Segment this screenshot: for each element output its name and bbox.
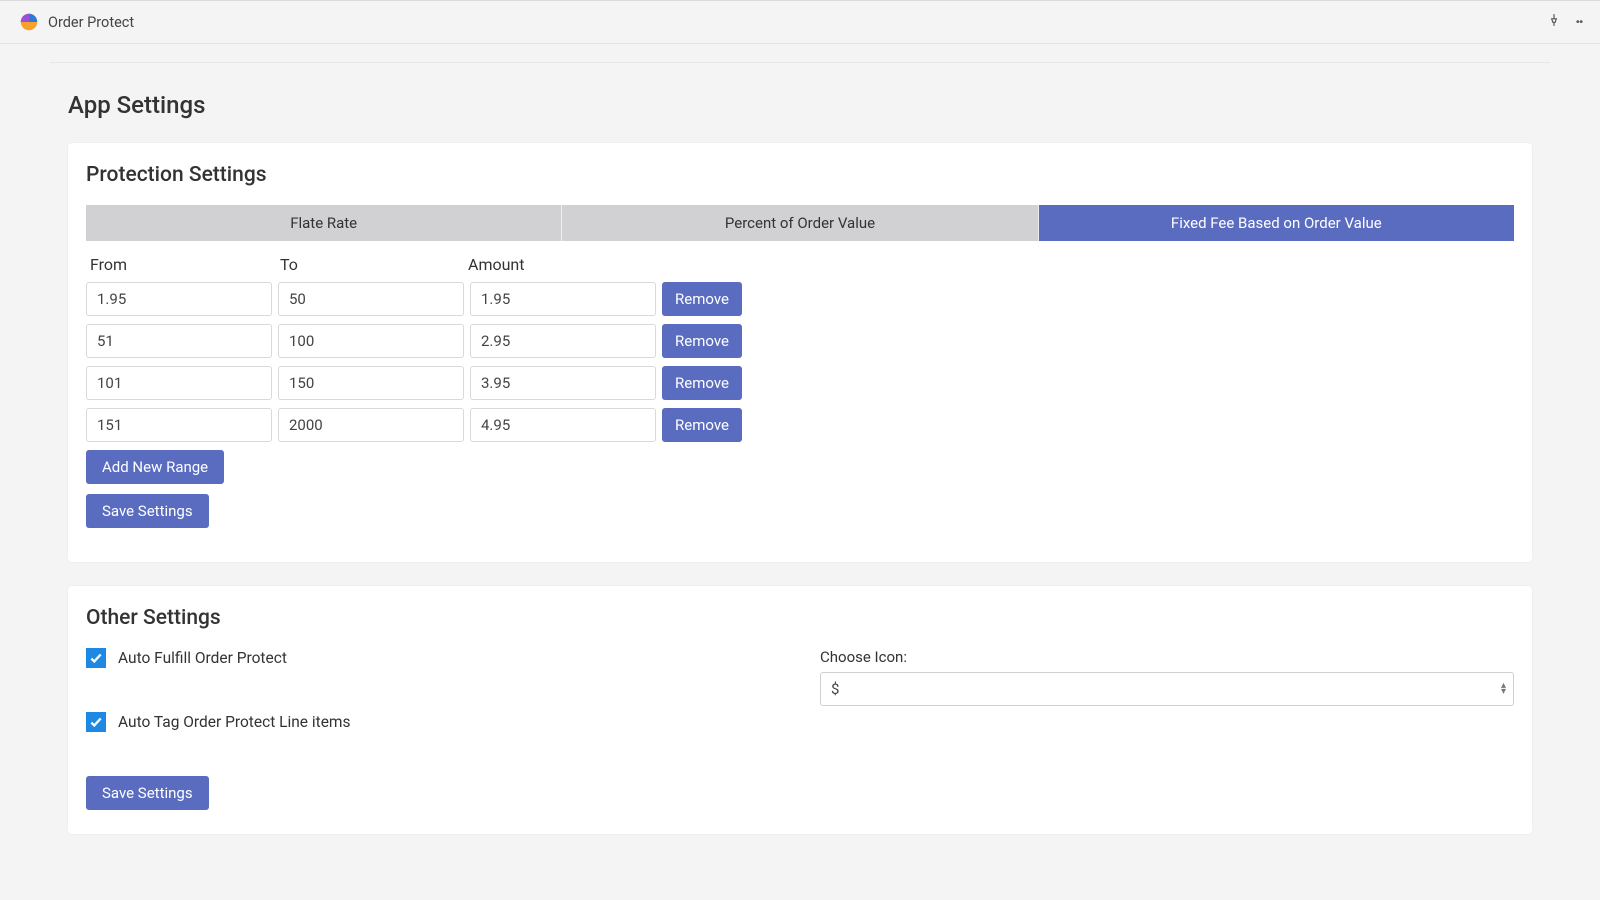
auto-tag-row: Auto Tag Order Protect Line items bbox=[86, 712, 780, 732]
col-header-to: To bbox=[276, 255, 464, 274]
app-title: Order Protect bbox=[48, 14, 134, 31]
auto-tag-label: Auto Tag Order Protect Line items bbox=[118, 713, 351, 731]
to-input[interactable] bbox=[278, 366, 464, 400]
to-input[interactable] bbox=[278, 282, 464, 316]
protection-settings-title: Protection Settings bbox=[86, 163, 1514, 187]
auto-fulfill-label: Auto Fulfill Order Protect bbox=[118, 649, 287, 667]
range-row: Remove bbox=[86, 282, 1514, 316]
add-range-button[interactable]: Add New Range bbox=[86, 450, 224, 484]
amount-input[interactable] bbox=[470, 324, 656, 358]
remove-button[interactable]: Remove bbox=[662, 366, 742, 400]
pin-icon[interactable] bbox=[1547, 13, 1561, 31]
to-input[interactable] bbox=[278, 408, 464, 442]
divider bbox=[50, 62, 1550, 63]
range-table-header: From To Amount bbox=[86, 255, 1514, 282]
more-icon[interactable]: ·· bbox=[1575, 12, 1582, 33]
remove-button[interactable]: Remove bbox=[662, 408, 742, 442]
other-settings-title: Other Settings bbox=[86, 606, 1514, 630]
amount-input[interactable] bbox=[470, 408, 656, 442]
auto-fulfill-checkbox[interactable] bbox=[86, 648, 106, 668]
from-input[interactable] bbox=[86, 408, 272, 442]
pricing-tabs: Flate Rate Percent of Order Value Fixed … bbox=[86, 205, 1514, 241]
tab-flat-rate[interactable]: Flate Rate bbox=[86, 205, 562, 241]
amount-input[interactable] bbox=[470, 366, 656, 400]
protection-settings-card: Protection Settings Flate Rate Percent o… bbox=[68, 143, 1532, 562]
col-header-from: From bbox=[86, 255, 276, 274]
tab-fixed-fee[interactable]: Fixed Fee Based on Order Value bbox=[1039, 205, 1514, 241]
save-settings-button[interactable]: Save Settings bbox=[86, 494, 209, 528]
range-row: Remove bbox=[86, 408, 1514, 442]
page-title: App Settings bbox=[68, 91, 1550, 119]
auto-tag-checkbox[interactable] bbox=[86, 712, 106, 732]
other-settings-card: Other Settings Auto Fulfill Order Protec… bbox=[68, 586, 1532, 834]
from-input[interactable] bbox=[86, 366, 272, 400]
app-logo-icon bbox=[20, 13, 38, 31]
save-other-settings-button[interactable]: Save Settings bbox=[86, 776, 209, 810]
to-input[interactable] bbox=[278, 324, 464, 358]
remove-button[interactable]: Remove bbox=[662, 282, 742, 316]
auto-fulfill-row: Auto Fulfill Order Protect bbox=[86, 648, 780, 668]
icon-select[interactable]: $ bbox=[820, 672, 1514, 706]
app-top-bar: Order Protect ·· bbox=[0, 0, 1600, 44]
from-input[interactable] bbox=[86, 324, 272, 358]
choose-icon-label: Choose Icon: bbox=[820, 648, 1514, 666]
main-content: App Settings Protection Settings Flate R… bbox=[0, 44, 1600, 900]
range-row: Remove bbox=[86, 366, 1514, 400]
amount-input[interactable] bbox=[470, 282, 656, 316]
tab-percent[interactable]: Percent of Order Value bbox=[562, 205, 1038, 241]
from-input[interactable] bbox=[86, 282, 272, 316]
col-header-amount: Amount bbox=[464, 255, 654, 274]
remove-button[interactable]: Remove bbox=[662, 324, 742, 358]
range-row: Remove bbox=[86, 324, 1514, 358]
